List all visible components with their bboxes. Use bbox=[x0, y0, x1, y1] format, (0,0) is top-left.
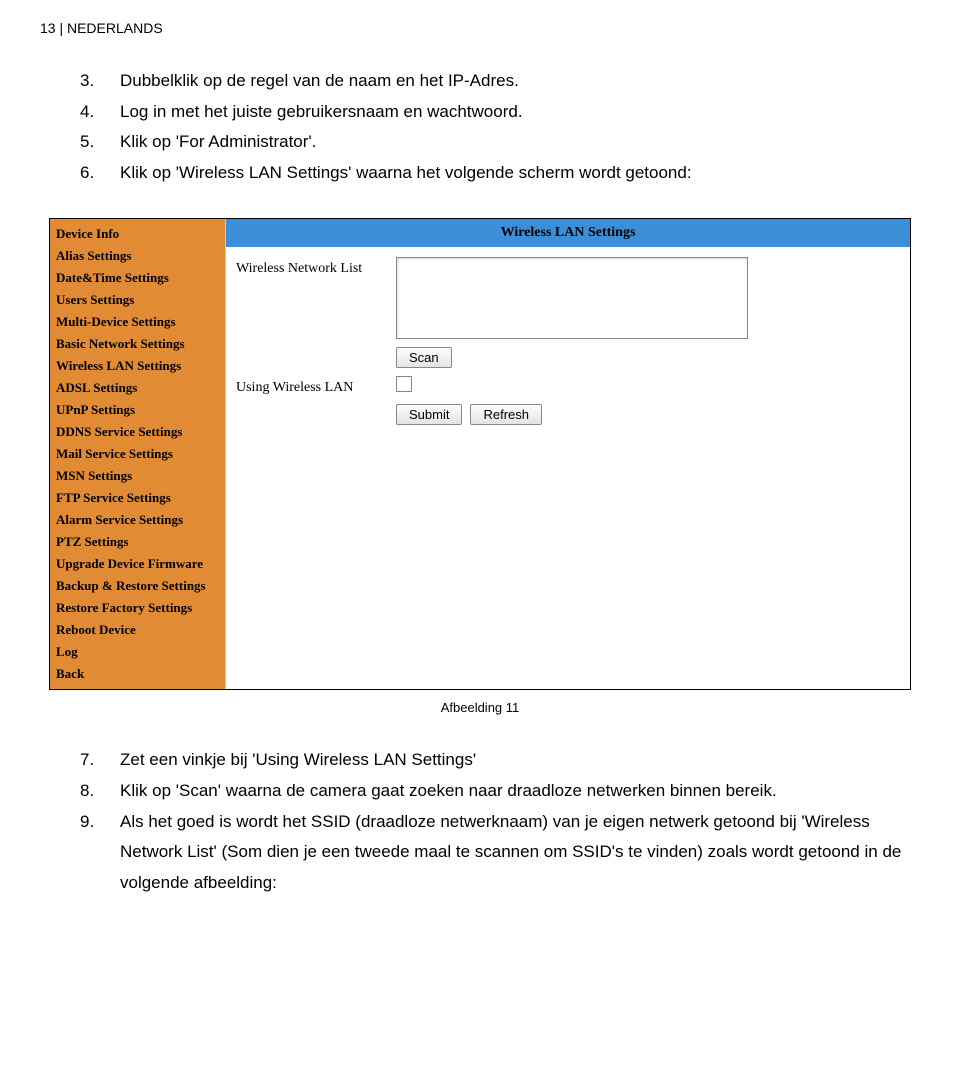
instruction-number: 3. bbox=[80, 66, 120, 97]
sidebar-item-wireless-lan-settings[interactable]: Wireless LAN Settings bbox=[50, 355, 225, 377]
instruction-text: Log in met het juiste gebruikersnaam en … bbox=[120, 97, 920, 128]
panel-title: Wireless LAN Settings bbox=[226, 219, 910, 247]
instruction-text: Klik op 'Wireless LAN Settings' waarna h… bbox=[120, 158, 920, 189]
instruction-number: 6. bbox=[80, 158, 120, 189]
sidebar-item-device-info[interactable]: Device Info bbox=[50, 223, 225, 245]
instruction-number: 7. bbox=[80, 745, 120, 776]
instruction-text: Klik op 'For Administrator'. bbox=[120, 127, 920, 158]
main-panel: Wireless LAN Settings Wireless Network L… bbox=[226, 219, 910, 689]
instruction-number: 8. bbox=[80, 776, 120, 807]
sidebar-item-alarm-service-settings[interactable]: Alarm Service Settings bbox=[50, 509, 225, 531]
instruction-item: 6. Klik op 'Wireless LAN Settings' waarn… bbox=[80, 158, 920, 189]
sidebar-item-backup-restore[interactable]: Backup & Restore Settings bbox=[50, 575, 225, 597]
sidebar-item-restore-factory[interactable]: Restore Factory Settings bbox=[50, 597, 225, 619]
sidebar-item-ptz-settings[interactable]: PTZ Settings bbox=[50, 531, 225, 553]
sidebar-item-alias-settings[interactable]: Alias Settings bbox=[50, 245, 225, 267]
instruction-item: 9. Als het goed is wordt het SSID (draad… bbox=[80, 807, 920, 899]
instruction-text: Dubbelklik op de regel van de naam en he… bbox=[120, 66, 920, 97]
instructions-top: 3. Dubbelklik op de regel van de naam en… bbox=[80, 66, 920, 188]
page-header: 13 | NEDERLANDS bbox=[40, 20, 920, 36]
wireless-network-list-label: Wireless Network List bbox=[236, 257, 396, 277]
settings-screenshot: Device Info Alias Settings Date&Time Set… bbox=[49, 218, 911, 690]
instruction-item: 5. Klik op 'For Administrator'. bbox=[80, 127, 920, 158]
sidebar-item-upnp-settings[interactable]: UPnP Settings bbox=[50, 399, 225, 421]
sidebar-item-log[interactable]: Log bbox=[50, 641, 225, 663]
figure-caption: Afbeelding 11 bbox=[40, 700, 920, 715]
instruction-text: Als het goed is wordt het SSID (draadloz… bbox=[120, 807, 920, 899]
instruction-text: Klik op 'Scan' waarna de camera gaat zoe… bbox=[120, 776, 920, 807]
sidebar-item-datetime-settings[interactable]: Date&Time Settings bbox=[50, 267, 225, 289]
sidebar-item-ftp-service-settings[interactable]: FTP Service Settings bbox=[50, 487, 225, 509]
instruction-number: 4. bbox=[80, 97, 120, 128]
sidebar-item-multidevice-settings[interactable]: Multi-Device Settings bbox=[50, 311, 225, 333]
instructions-bottom: 7. Zet een vinkje bij 'Using Wireless LA… bbox=[80, 745, 920, 898]
sidebar: Device Info Alias Settings Date&Time Set… bbox=[50, 219, 226, 689]
sidebar-item-basic-network-settings[interactable]: Basic Network Settings bbox=[50, 333, 225, 355]
instruction-item: 3. Dubbelklik op de regel van de naam en… bbox=[80, 66, 920, 97]
instruction-item: 8. Klik op 'Scan' waarna de camera gaat … bbox=[80, 776, 920, 807]
using-wireless-lan-label: Using Wireless LAN bbox=[236, 376, 396, 396]
wireless-network-list[interactable] bbox=[396, 257, 748, 339]
sidebar-item-ddns-service-settings[interactable]: DDNS Service Settings bbox=[50, 421, 225, 443]
submit-button[interactable]: Submit bbox=[396, 404, 462, 425]
sidebar-item-reboot-device[interactable]: Reboot Device bbox=[50, 619, 225, 641]
sidebar-item-upgrade-firmware[interactable]: Upgrade Device Firmware bbox=[50, 553, 225, 575]
using-wireless-lan-checkbox[interactable] bbox=[396, 376, 412, 392]
refresh-button[interactable]: Refresh bbox=[470, 404, 542, 425]
sidebar-item-msn-settings[interactable]: MSN Settings bbox=[50, 465, 225, 487]
instruction-item: 7. Zet een vinkje bij 'Using Wireless LA… bbox=[80, 745, 920, 776]
instruction-text: Zet een vinkje bij 'Using Wireless LAN S… bbox=[120, 745, 920, 776]
sidebar-item-back[interactable]: Back bbox=[50, 663, 225, 685]
sidebar-item-adsl-settings[interactable]: ADSL Settings bbox=[50, 377, 225, 399]
scan-button[interactable]: Scan bbox=[396, 347, 452, 368]
instruction-number: 5. bbox=[80, 127, 120, 158]
sidebar-item-users-settings[interactable]: Users Settings bbox=[50, 289, 225, 311]
instruction-item: 4. Log in met het juiste gebruikersnaam … bbox=[80, 97, 920, 128]
instruction-number: 9. bbox=[80, 807, 120, 899]
sidebar-item-mail-service-settings[interactable]: Mail Service Settings bbox=[50, 443, 225, 465]
